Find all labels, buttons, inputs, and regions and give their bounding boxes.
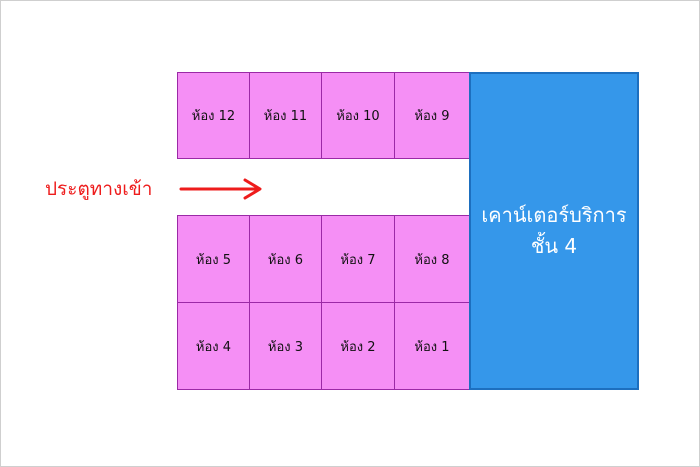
room-label: ห้อง 2 xyxy=(340,339,376,355)
room-label: ห้อง 4 xyxy=(195,339,232,355)
room-label: ห้อง 9 xyxy=(414,109,450,124)
room-9: ห้อง 9 xyxy=(394,72,470,159)
room-8: ห้อง 8 xyxy=(394,215,470,303)
room-label: ห้อง 11 xyxy=(263,109,308,124)
room-label: ห้อง 8 xyxy=(414,252,450,268)
room-1: ห้อง 1 xyxy=(394,302,470,390)
service-counter: เคาน์เตอร์บริการ ชั้น 4 xyxy=(469,72,639,390)
room-label: ห้อง 7 xyxy=(340,252,376,268)
room-3: ห้อง 3 xyxy=(249,302,322,390)
room-5: ห้อง 5 xyxy=(177,215,250,303)
room-label: ห้อง 12 xyxy=(191,109,236,124)
room-7: ห้อง 7 xyxy=(321,215,395,303)
room-label: ห้อง 10 xyxy=(336,109,380,124)
room-12: ห้อง 12 xyxy=(177,72,250,159)
room-label: ห้อง 1 xyxy=(414,339,450,355)
counter-label-line2: ชั้น 4 xyxy=(530,234,578,258)
entrance-label: ประตูทางเข้า xyxy=(45,178,153,200)
room-label: ห้อง 6 xyxy=(267,252,304,268)
room-11: ห้อง 11 xyxy=(249,72,322,159)
room-4: ห้อง 4 xyxy=(177,302,250,390)
room-2: ห้อง 2 xyxy=(321,302,395,390)
room-6: ห้อง 6 xyxy=(249,215,322,303)
room-10: ห้อง 10 xyxy=(321,72,395,159)
entrance-arrow-icon xyxy=(179,178,262,200)
floor-plan: ห้อง 12 ห้อง 11 ห้อง 10 ห้อง 9 ห้อง 5 ห้… xyxy=(0,0,700,467)
counter-label-line1: เคาน์เตอร์บริการ xyxy=(481,203,627,227)
room-label: ห้อง 3 xyxy=(267,339,304,355)
room-label: ห้อง 5 xyxy=(195,252,232,268)
